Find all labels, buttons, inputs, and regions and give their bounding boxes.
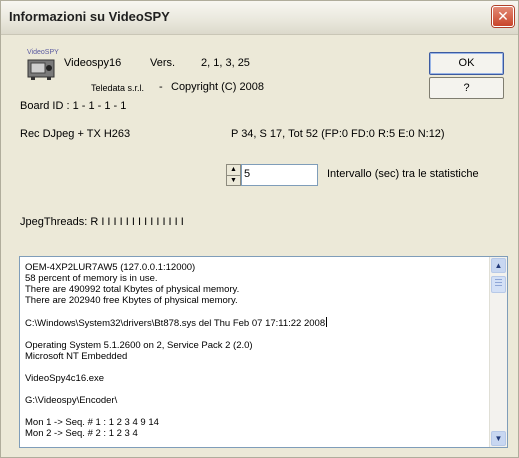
version-label: Vers. [150,57,176,69]
log-line: Operating System 5.1.2600 on 2, Service … [25,340,253,351]
title-bar: Informazioni su VideoSPY ✕ [1,1,518,35]
log-line [25,306,485,317]
interval-spinner[interactable]: ▲ ▼ [226,164,241,186]
log-line [25,406,485,417]
log-line: Mon 2 -> Seq. # 2 : 1 2 3 4 [25,428,138,439]
log-content: OEM-4XP2LUR7AW5 (127.0.0.1:12000) 58 per… [25,262,485,439]
interval-label: Intervallo (sec) tra le statistiche [327,168,479,180]
separator-text: - [159,81,163,93]
close-button[interactable]: ✕ [492,6,514,27]
log-line [25,362,485,373]
copyright-text: Copyright (C) 2008 [171,81,264,93]
stats-text: P 34, S 17, Tot 52 (FP:0 FD:0 R:5 E:0 N:… [231,128,445,140]
log-line: C:\Windows\System32\drivers\Bt878.sys de… [25,317,485,329]
help-button[interactable]: ? [429,77,504,99]
jpeg-threads: JpegThreads: R I I I I I I I I I I I I I… [20,216,184,228]
log-line-text: C:\Windows\System32\drivers\Bt878.sys de… [25,318,326,329]
window-title: Informazioni su VideoSPY [9,9,170,24]
text-caret [326,317,328,327]
spin-up-icon[interactable]: ▲ [227,165,240,175]
interval-input[interactable]: 5 [241,164,318,186]
log-line: Mon 1 -> Seq. # 1 : 1 2 3 4 9 14 [25,417,159,428]
log-line: VideoSpy4c16.exe [25,373,105,384]
log-line: There are 202940 free Kbytes of physical… [25,295,238,306]
scroll-up-icon[interactable]: ▲ [491,258,506,273]
log-scrollbar[interactable]: ▲ ▼ [489,257,507,447]
app-logo-icon: VideoSPY [27,49,59,81]
interval-value: 5 [244,168,251,180]
log-line: G:\Videospy\Encoder\ [25,395,118,406]
spin-down-icon[interactable]: ▼ [227,175,240,186]
board-id: Board ID : 1 - 1 - 1 - 1 [20,100,127,112]
ok-button[interactable]: OK [429,52,504,75]
log-line: OEM-4XP2LUR7AW5 (127.0.0.1:12000) [25,262,196,273]
log-line: 58 percent of memory is in use. [25,273,158,284]
rec-mode: Rec DJpeg + TX H263 [20,128,131,140]
version-value: 2, 1, 3, 25 [201,57,250,69]
about-dialog: Informazioni su VideoSPY ✕ VideoSPY Vide… [0,0,519,458]
scroll-down-icon[interactable]: ▼ [491,431,506,446]
log-line [25,329,485,340]
company-name: Teledata s.r.l. [91,83,145,93]
logo-text: VideoSPY [27,49,59,56]
log-line: Microsoft NT Embedded [25,351,128,362]
log-textarea[interactable]: OEM-4XP2LUR7AW5 (127.0.0.1:12000) 58 per… [19,256,508,448]
app-name: Videospy16 [64,57,122,69]
log-line: There are 490992 total Kbytes of physica… [25,284,240,295]
scroll-thumb[interactable] [491,276,506,293]
log-line [25,384,485,395]
